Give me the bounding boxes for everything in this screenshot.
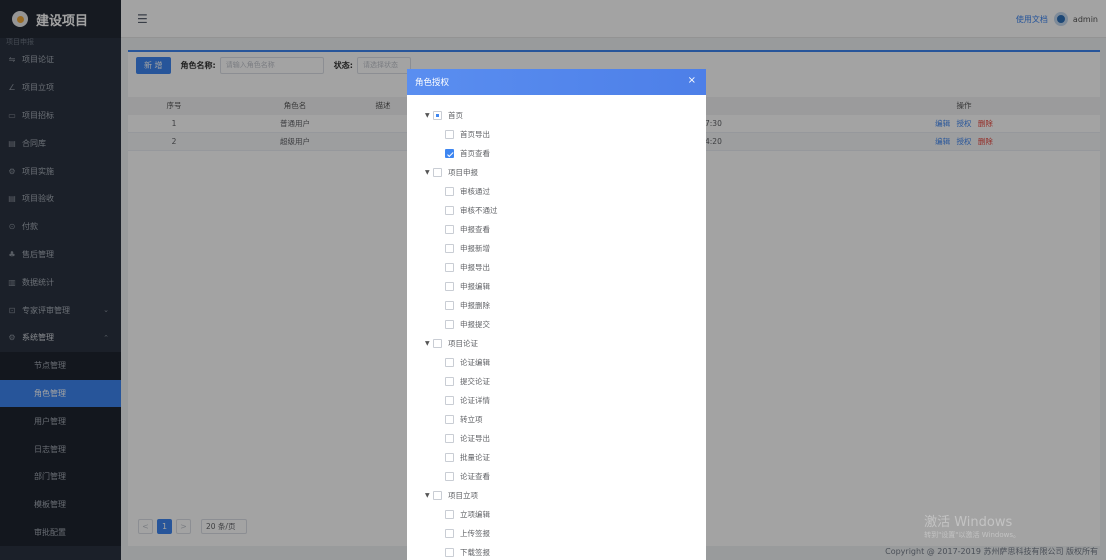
- tree-node-label: 项目论证: [448, 339, 478, 348]
- checkbox[interactable]: [445, 377, 454, 386]
- tree-node[interactable]: 首页导出: [407, 125, 706, 144]
- tree-node[interactable]: 申报删除: [407, 296, 706, 315]
- checkbox[interactable]: [445, 396, 454, 405]
- checkbox[interactable]: [445, 529, 454, 538]
- tree-node-group[interactable]: ▼ 项目论证: [407, 334, 706, 353]
- tree-node-label: 首页查看: [460, 149, 490, 158]
- tree-node-label: 审核通过: [460, 187, 490, 196]
- tree-node-label: 批量论证: [460, 453, 490, 462]
- tree-node-label: 首页: [448, 111, 463, 120]
- tree-node[interactable]: 申报导出: [407, 258, 706, 277]
- caret-down-icon[interactable]: ▼: [425, 112, 433, 119]
- tree-node-label: 首页导出: [460, 130, 490, 139]
- tree-node[interactable]: 审核不通过: [407, 201, 706, 220]
- checkbox[interactable]: [445, 244, 454, 253]
- checkbox[interactable]: [445, 320, 454, 329]
- tree-node-label: 申报提交: [460, 320, 490, 329]
- tree-node-label: 项目申报: [448, 168, 478, 177]
- tree-node[interactable]: 论证详情: [407, 391, 706, 410]
- tree-node-label: 立项编辑: [460, 510, 490, 519]
- tree-node[interactable]: 首页查看: [407, 144, 706, 163]
- checkbox[interactable]: [433, 111, 442, 120]
- tree-node[interactable]: 立项编辑: [407, 505, 706, 524]
- checkbox[interactable]: [445, 434, 454, 443]
- tree-node-label: 申报删除: [460, 301, 490, 310]
- caret-down-icon[interactable]: ▼: [425, 492, 433, 499]
- tree-node-label: 转立项: [460, 415, 483, 424]
- tree-node-label: 申报编辑: [460, 282, 490, 291]
- tree-node-label: 论证编辑: [460, 358, 490, 367]
- caret-down-icon[interactable]: ▼: [425, 169, 433, 176]
- checkbox[interactable]: [445, 225, 454, 234]
- close-icon[interactable]: ×: [688, 75, 696, 86]
- checkbox[interactable]: [445, 263, 454, 272]
- checkbox[interactable]: [445, 510, 454, 519]
- checkbox[interactable]: [445, 358, 454, 367]
- tree-node[interactable]: 申报查看: [407, 220, 706, 239]
- tree-node-label: 论证导出: [460, 434, 490, 443]
- watermark-subtitle: 转到"设置"以激活 Windows。: [924, 531, 1020, 539]
- copyright-footer: Copyright @ 2017-2019 苏州萨思科技有限公司 版权所有: [885, 547, 1098, 556]
- checkbox[interactable]: [445, 548, 454, 557]
- dialog-header: 角色授权 ×: [407, 69, 706, 95]
- tree-node[interactable]: 论证编辑: [407, 353, 706, 372]
- tree-node[interactable]: 上传签报: [407, 524, 706, 543]
- tree-node-label: 论证详情: [460, 396, 490, 405]
- tree-node[interactable]: 论证导出: [407, 429, 706, 448]
- tree-node[interactable]: 批量论证: [407, 448, 706, 467]
- tree-node-label: 申报新增: [460, 244, 490, 253]
- tree-node-label: 下载签报: [460, 548, 490, 557]
- tree-node[interactable]: 提交论证: [407, 372, 706, 391]
- windows-watermark: 激活 Windows 转到"设置"以激活 Windows。: [924, 511, 1020, 540]
- tree-node[interactable]: 申报编辑: [407, 277, 706, 296]
- tree-node-label: 论证查看: [460, 472, 490, 481]
- checkbox[interactable]: [445, 149, 454, 158]
- checkbox[interactable]: [433, 339, 442, 348]
- tree-node-label: 上传签报: [460, 529, 490, 538]
- dialog-title: 角色授权: [415, 78, 450, 88]
- tree-node[interactable]: 论证查看: [407, 467, 706, 486]
- checkbox[interactable]: [445, 415, 454, 424]
- checkbox[interactable]: [445, 301, 454, 310]
- tree-node[interactable]: 审核通过: [407, 182, 706, 201]
- tree-node[interactable]: 下载签报: [407, 543, 706, 560]
- tree-node-label: 项目立项: [448, 491, 478, 500]
- caret-down-icon[interactable]: ▼: [425, 340, 433, 347]
- tree-node-label: 审核不通过: [460, 206, 498, 215]
- checkbox[interactable]: [433, 491, 442, 500]
- checkbox[interactable]: [433, 168, 442, 177]
- checkbox[interactable]: [445, 472, 454, 481]
- tree-node-label: 申报导出: [460, 263, 490, 272]
- tree-node-group[interactable]: ▼ 项目申报: [407, 163, 706, 182]
- checkbox[interactable]: [445, 282, 454, 291]
- checkbox[interactable]: [445, 130, 454, 139]
- tree-node-label: 提交论证: [460, 377, 490, 386]
- tree-node[interactable]: 申报新增: [407, 239, 706, 258]
- tree-node[interactable]: 申报提交: [407, 315, 706, 334]
- role-authorization-dialog: 角色授权 × ▼ 首页首页导出首页查看 ▼ 项目申报审核通过审核不通过申报查看申报新增…: [407, 69, 706, 560]
- checkbox[interactable]: [445, 187, 454, 196]
- permission-tree: ▼ 首页首页导出首页查看 ▼ 项目申报审核通过审核不通过申报查看申报新增申报导出申报编…: [407, 95, 706, 560]
- tree-node-label: 申报查看: [460, 225, 490, 234]
- watermark-title: 激活 Windows: [924, 515, 1013, 530]
- tree-node-group[interactable]: ▼ 首页: [407, 106, 706, 125]
- checkbox[interactable]: [445, 206, 454, 215]
- checkbox[interactable]: [445, 453, 454, 462]
- tree-node-group[interactable]: ▼ 项目立项: [407, 486, 706, 505]
- tree-node[interactable]: 转立项: [407, 410, 706, 429]
